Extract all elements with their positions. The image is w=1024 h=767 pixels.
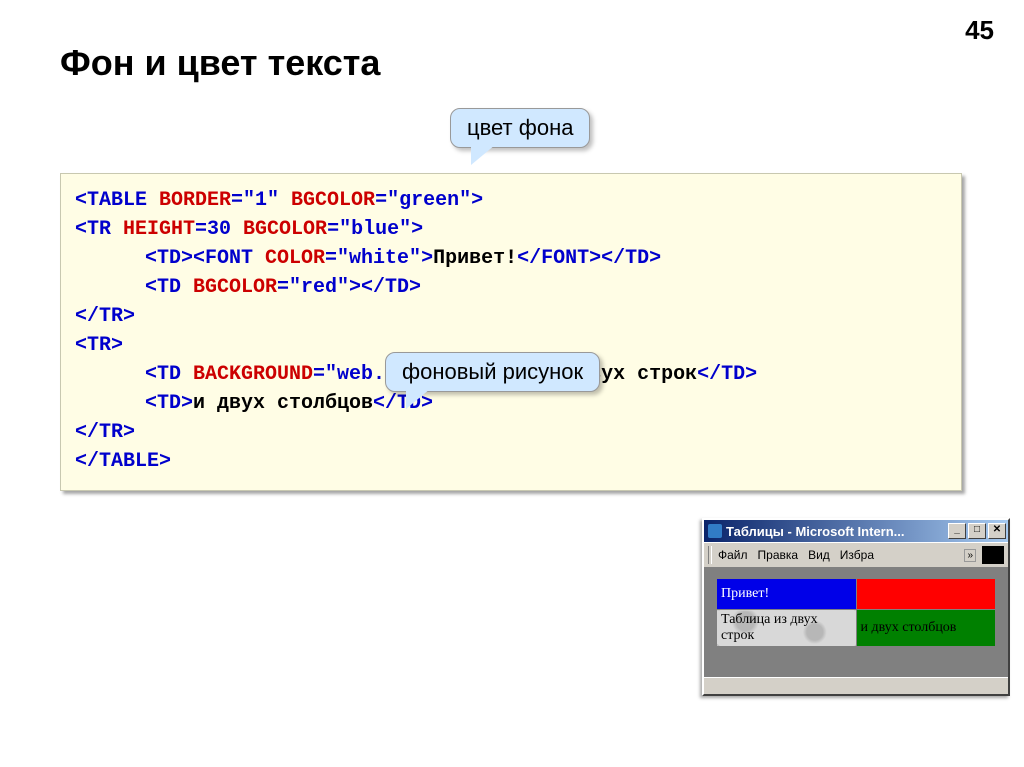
menu-view[interactable]: Вид [808,548,830,562]
menu-file[interactable]: Файл [718,548,748,562]
callout-bgcolor: цвет фона [450,108,590,148]
code: </TD> [601,247,661,270]
code: <TR> [75,334,123,357]
menu-edit[interactable]: Правка [758,548,799,562]
code: Привет! [433,247,517,270]
code: </TABLE> [75,450,171,473]
code: BGCOLOR [291,189,375,212]
window-title: Таблицы - Microsoft Intern... [726,524,946,539]
code: <TABLE [75,189,159,212]
code: </TD> [361,276,421,299]
browser-window: Таблицы - Microsoft Intern... _ □ ✕ Файл… [702,518,1010,696]
menubar: Файл Правка Вид Избра » [704,542,1008,568]
code-block: <TABLE BORDER="1" BGCOLOR="green"> <TR H… [60,173,962,491]
code: <TD> [145,392,193,415]
demo-table: Привет! Таблица из двух строк и двух сто… [716,578,996,647]
cell-webbg: Таблица из двух строк [717,610,857,647]
code: COLOR [265,247,325,270]
table-row: Таблица из двух строк и двух столбцов [717,610,996,647]
code: ="white"> [325,247,433,270]
code: BACKGROUND [193,363,313,386]
callout-bgimage: фоновый рисунок [385,352,600,392]
menu-favorites[interactable]: Избра [840,548,884,562]
code: BORDER [159,189,231,212]
code: ="red"> [277,276,361,299]
code: HEIGHT [123,218,195,241]
code: </FONT> [517,247,601,270]
code: <TR [75,218,123,241]
titlebar[interactable]: Таблицы - Microsoft Intern... _ □ ✕ [704,520,1008,542]
code: BGCOLOR [243,218,327,241]
code: ="green"> [375,189,483,212]
close-button[interactable]: ✕ [988,523,1006,539]
code: </TR> [75,421,135,444]
minimize-button[interactable]: _ [948,523,966,539]
maximize-button[interactable]: □ [968,523,986,539]
code: ="blue"> [327,218,423,241]
code: <TD> [145,247,193,270]
page-number: 45 [965,15,994,46]
code: <FONT [193,247,265,270]
code: ="1" [231,189,291,212]
table-row: Привет! [717,579,996,610]
statusbar [704,677,1008,694]
chevron-icon[interactable]: » [964,549,976,562]
code: </TR> [75,305,135,328]
cell-green: и двух столбцов [856,610,996,647]
ie-icon [708,524,722,538]
slide-title: Фон и цвет текста [60,42,380,84]
code: </TD> [697,363,757,386]
code: и двух столбцов [193,392,373,415]
ie-logo-icon [982,546,1004,564]
cell-hello: Привет! [717,579,857,610]
code: BGCOLOR [193,276,277,299]
grip-icon [708,546,712,564]
client-area: Привет! Таблица из двух строк и двух сто… [704,568,1008,677]
code: <TD [145,276,193,299]
code: <TD [145,363,193,386]
code: =30 [195,218,243,241]
cell-red [856,579,996,610]
